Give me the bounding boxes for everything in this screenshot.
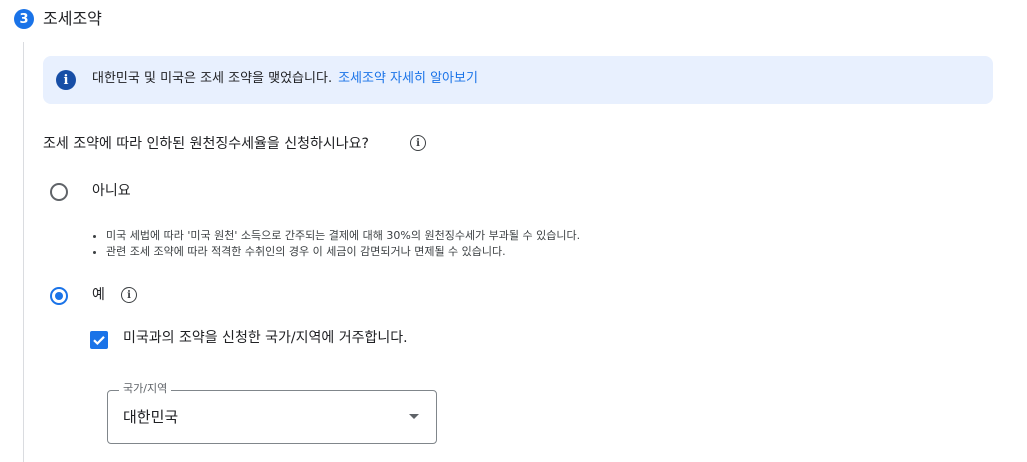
section-divider-line [23,42,24,462]
note-item: 미국 세법에 따라 '미국 원천' 소득으로 간주되는 결제에 대해 30%의 … [106,228,580,244]
country-region-select-label: 국가/지역 [119,381,172,397]
info-banner-text: 대한민국 및 미국은 조세 조약을 맺었습니다. [92,71,333,86]
radio-yes[interactable] [50,287,68,305]
no-option-notes: 미국 세법에 따라 '미국 원천' 소득으로 간주되는 결제에 대해 30%의 … [92,228,580,260]
caret-down-icon[interactable] [409,414,419,419]
info-icon: i [56,70,76,90]
yes-help-icon[interactable]: i [121,287,137,303]
section-title: 조세조약 [43,9,102,28]
note-item: 관련 조세 조약에 따라 적격한 수취인의 경우 이 세금이 감면되거나 면제될… [106,244,580,260]
radio-yes-label: 예 [92,287,105,303]
residency-checkbox[interactable] [90,331,108,349]
radio-no-label: 아니요 [92,183,131,199]
country-region-select-value: 대한민국 [123,408,179,426]
check-icon [93,336,105,346]
residency-checkbox-label: 미국과의 조약을 신청한 국가/지역에 거주합니다. [123,330,408,346]
question-help-icon[interactable]: i [410,135,426,151]
step-number-badge: 3 [14,9,34,29]
treaty-question-label: 조세 조약에 따라 인하된 원천징수세율을 신청하시나요? [43,136,369,152]
info-banner-text-row: 대한민국 및 미국은 조세 조약을 맺었습니다. 조세조약 자세히 알아보기 [92,69,478,89]
tax-treaty-learn-more-link[interactable]: 조세조약 자세히 알아보기 [338,71,478,86]
radio-no[interactable] [50,183,68,201]
